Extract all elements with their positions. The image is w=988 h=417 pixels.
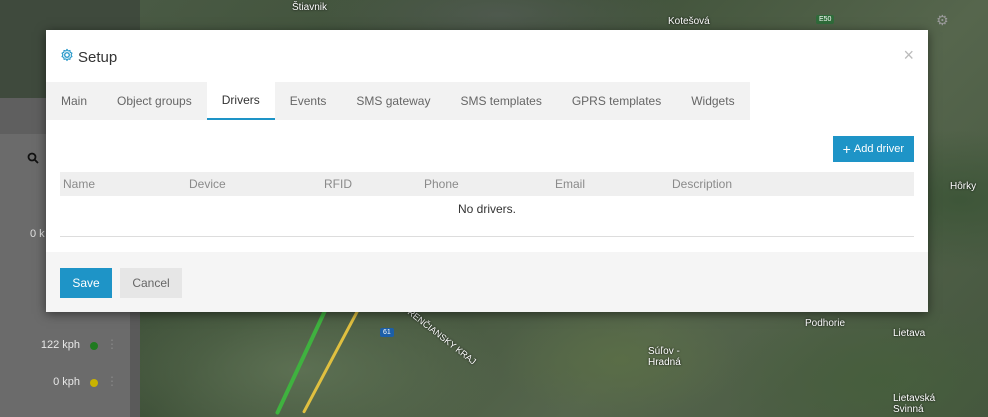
tab-widgets[interactable]: Widgets (676, 82, 749, 120)
dialog-footer: Save Cancel (46, 252, 928, 312)
dialog-title: Setup (60, 48, 117, 66)
tab-main[interactable]: Main (46, 82, 102, 120)
gear-icon (60, 48, 74, 66)
column-header-rfid[interactable]: RFID (324, 177, 352, 191)
more-options-icon[interactable]: ⋮ (106, 337, 118, 351)
map-label: Štiavnik (292, 2, 328, 13)
add-driver-label: Add driver (853, 143, 904, 155)
column-header-device[interactable]: Device (189, 177, 226, 191)
status-dot-icon (90, 379, 98, 387)
tab-drivers[interactable]: Drivers (206, 82, 275, 120)
drivers-table-header: Name Device RFID Phone Email Description (60, 172, 914, 196)
table-divider (60, 236, 914, 237)
settings-icon[interactable]: ⚙ (936, 12, 949, 29)
sidebar-speed-label: 0 k (30, 228, 45, 240)
column-header-name[interactable]: Name (63, 177, 95, 191)
save-button[interactable]: Save (60, 268, 112, 298)
tab-gprs-templates[interactable]: GPRS templates (557, 82, 676, 120)
tab-sms-templates[interactable]: SMS templates (445, 82, 556, 120)
tab-sms-gateway[interactable]: SMS gateway (341, 82, 445, 120)
setup-tabs: Main Object groups Drivers Events SMS ga… (46, 82, 750, 120)
column-header-phone[interactable]: Phone (424, 177, 459, 191)
map-label: TRENČIANSKY KRAJ (401, 303, 478, 367)
map-label: Kotešová (668, 16, 710, 27)
tab-events[interactable]: Events (275, 82, 342, 120)
object-speed: 0 kph (53, 376, 80, 388)
tab-object-groups[interactable]: Object groups (102, 82, 207, 120)
map-label: Lietavská Svinná (893, 393, 936, 415)
map-road-shield: E50 (816, 15, 835, 24)
plus-icon: + (842, 141, 851, 157)
more-options-icon[interactable]: ⋮ (106, 374, 118, 388)
setup-dialog: Setup × Main Object groups Drivers Event… (46, 30, 928, 312)
object-speed: 122 kph (40, 339, 80, 351)
map-road (274, 304, 330, 416)
add-driver-button[interactable]: + Add driver (832, 136, 914, 162)
status-dot-icon (90, 342, 98, 350)
map-label: Súľov - Hradná (648, 346, 681, 368)
close-icon[interactable]: × (903, 45, 914, 66)
search-icon[interactable] (27, 152, 39, 167)
map-label: Podhorie (805, 318, 846, 329)
column-header-description[interactable]: Description (672, 177, 732, 191)
map-road-shield: 61 (380, 328, 394, 337)
map-label: Hôrky (950, 181, 977, 192)
map-label: Lietava (893, 328, 926, 339)
object-list-item[interactable]: 122 kph ⋮ (0, 327, 134, 365)
dialog-title-text: Setup (78, 48, 118, 66)
empty-table-message: No drivers. (457, 202, 516, 216)
cancel-button[interactable]: Cancel (120, 268, 182, 298)
object-list-item[interactable]: 0 kph ⋮ (0, 364, 130, 402)
map-road (302, 306, 361, 414)
column-header-email[interactable]: Email (555, 177, 585, 191)
